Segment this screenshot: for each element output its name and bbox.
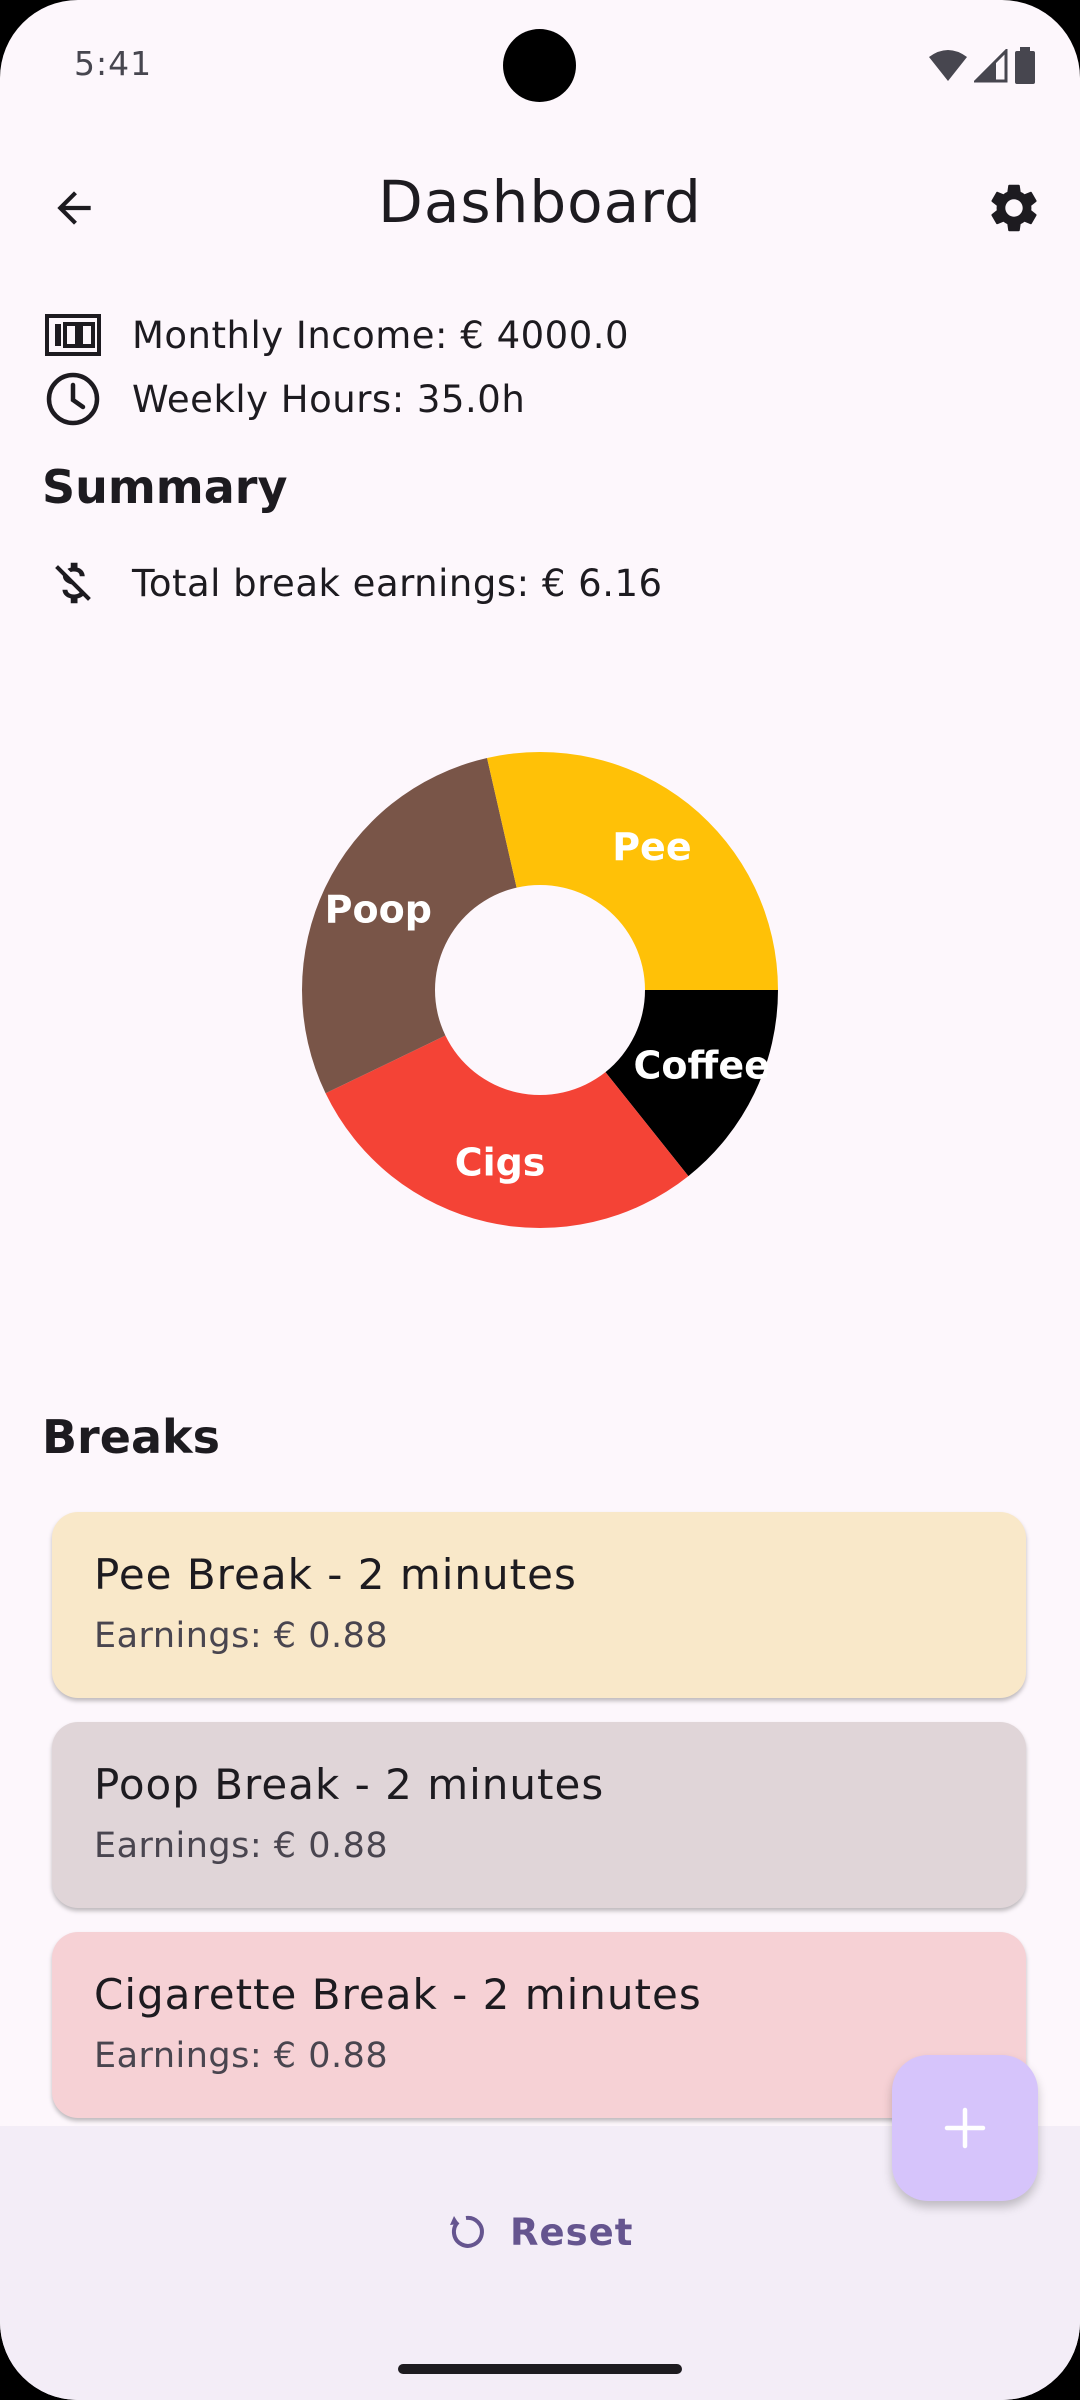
break-card-cigarette[interactable]: Cigarette Break - 2 minutes Earnings: € … xyxy=(52,1932,1026,2118)
gear-icon xyxy=(991,184,1037,232)
chart-slice-pee xyxy=(487,752,778,990)
money-bill-icon xyxy=(42,304,104,366)
status-time: 5:41 xyxy=(74,44,153,83)
plus-icon xyxy=(944,2107,986,2149)
break-card-earnings: Earnings: € 0.88 xyxy=(94,1616,389,1656)
add-break-button[interactable] xyxy=(892,2055,1038,2201)
total-earnings-row: Total break earnings: € 6.16 xyxy=(42,552,663,614)
battery-icon xyxy=(1015,47,1035,84)
breaks-heading: Breaks xyxy=(42,1410,220,1464)
wifi-icon xyxy=(929,50,967,81)
screen: 5:41 Dashboard Monthly Income: € 4000.0 … xyxy=(0,0,1080,2400)
break-card-title: Poop Break - 2 minutes xyxy=(94,1760,605,1809)
total-earnings-text: Total break earnings: € 6.16 xyxy=(132,561,663,605)
clock-icon xyxy=(42,368,104,430)
reset-label: Reset xyxy=(510,2210,634,2254)
money-off-icon xyxy=(42,552,104,614)
camera-cutout xyxy=(503,29,576,102)
break-card-pee[interactable]: Pee Break - 2 minutes Earnings: € 0.88 xyxy=(52,1512,1026,1698)
break-card-title: Pee Break - 2 minutes xyxy=(94,1550,577,1599)
break-card-earnings: Earnings: € 0.88 xyxy=(94,2036,389,2076)
home-indicator xyxy=(398,2364,682,2374)
reset-button[interactable]: Reset xyxy=(446,2200,633,2264)
monthly-income-row: Monthly Income: € 4000.0 xyxy=(42,304,629,366)
break-card-poop[interactable]: Poop Break - 2 minutes Earnings: € 0.88 xyxy=(52,1722,1026,1908)
breaks-donut-chart: Coffee Cigs Poop Pee xyxy=(301,752,778,1228)
break-card-earnings: Earnings: € 0.88 xyxy=(94,1826,389,1866)
chart-label-pee: Pee xyxy=(612,825,691,869)
settings-button[interactable] xyxy=(974,168,1054,248)
break-card-title: Cigarette Break - 2 minutes xyxy=(94,1970,702,2019)
signal-icon xyxy=(974,49,1008,83)
chart-label-coffee: Coffee xyxy=(634,1043,770,1087)
status-icons xyxy=(928,47,1036,85)
chart-label-cigs: Cigs xyxy=(455,1140,546,1184)
monthly-income-text: Monthly Income: € 4000.0 xyxy=(132,313,630,357)
summary-heading: Summary xyxy=(42,460,288,514)
weekly-hours-row: Weekly Hours: 35.0h xyxy=(42,368,525,430)
page-title: Dashboard xyxy=(378,168,702,236)
weekly-hours-text: Weekly Hours: 35.0h xyxy=(132,377,526,421)
chart-label-poop: Poop xyxy=(325,888,432,932)
reset-icon xyxy=(446,2212,486,2252)
